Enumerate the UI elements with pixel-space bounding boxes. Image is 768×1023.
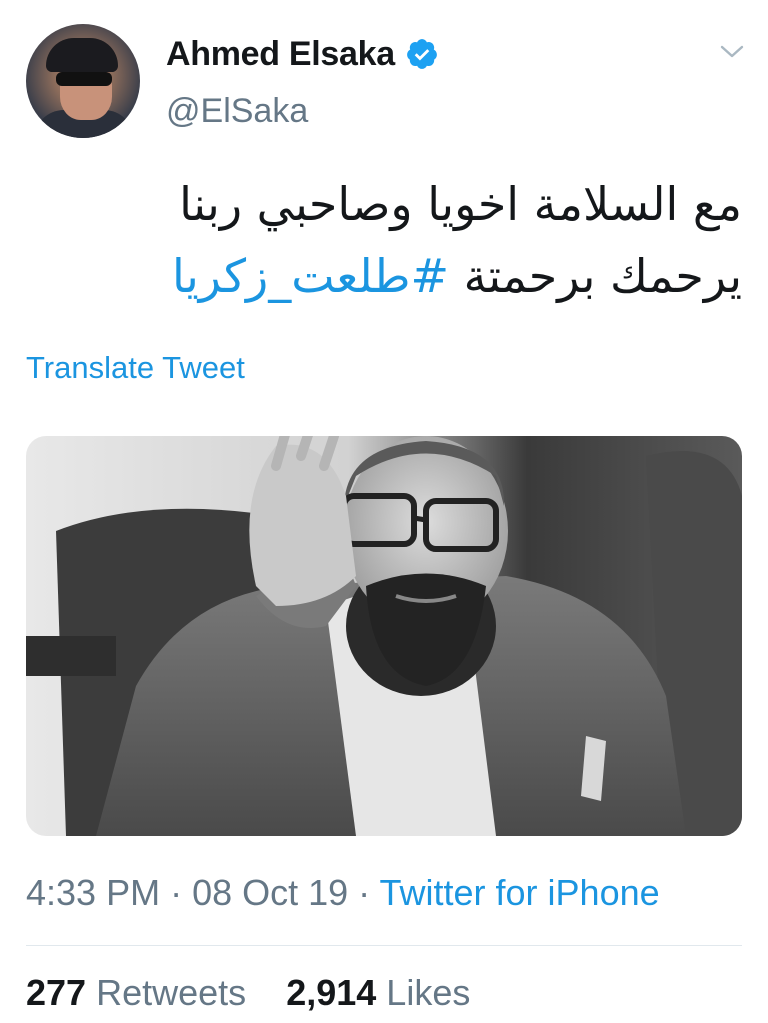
tweet-header: Ahmed Elsaka @ElSaka: [0, 0, 768, 150]
tweet-text: مع السلامة اخويا وصاحبي ربنا يرحمك برحمت…: [26, 168, 742, 312]
tweet-date[interactable]: 08 Oct 19: [192, 872, 348, 913]
meta-separator-1: ·: [160, 872, 193, 913]
author-name[interactable]: Ahmed Elsaka: [166, 35, 395, 74]
hashtag-link[interactable]: #طلعت_زكريا: [172, 249, 449, 303]
likes-label: Likes: [386, 972, 471, 1013]
tweet-text-line-2: يرحمك برحمتة #طلعت_زكريا: [26, 240, 742, 312]
author-handle[interactable]: @ElSaka: [166, 92, 308, 131]
author-name-row: Ahmed Elsaka: [166, 34, 439, 74]
chevron-down-icon[interactable]: [718, 42, 746, 62]
translate-tweet-link[interactable]: Translate Tweet: [26, 350, 245, 386]
divider: [26, 945, 742, 946]
meta-separator-2: ·: [348, 872, 380, 913]
verified-badge-icon: [406, 39, 437, 69]
tweet-source-link[interactable]: Twitter for iPhone: [380, 872, 660, 913]
avatar[interactable]: [26, 24, 140, 138]
tweet-photo[interactable]: [26, 436, 742, 836]
likes-stat[interactable]: 2,914 Likes: [286, 972, 470, 1013]
retweets-count: 277: [26, 972, 87, 1013]
likes-count: 2,914: [286, 972, 377, 1013]
retweets-stat[interactable]: 277 Retweets: [26, 972, 246, 1013]
tweet-time: 4:33 PM: [26, 872, 161, 913]
tweet-photo-image: [26, 436, 742, 836]
tweet-text-line-2-text: يرحمك برحمتة: [449, 249, 742, 303]
tweet-meta: 4:33 PM · 08 Oct 19 · Twitter for iPhone: [26, 872, 660, 914]
tweet-stats: 277 Retweets 2,914 Likes: [26, 972, 470, 1014]
tweet-text-line-1: مع السلامة اخويا وصاحبي ربنا: [179, 177, 742, 231]
retweets-label: Retweets: [96, 972, 247, 1013]
